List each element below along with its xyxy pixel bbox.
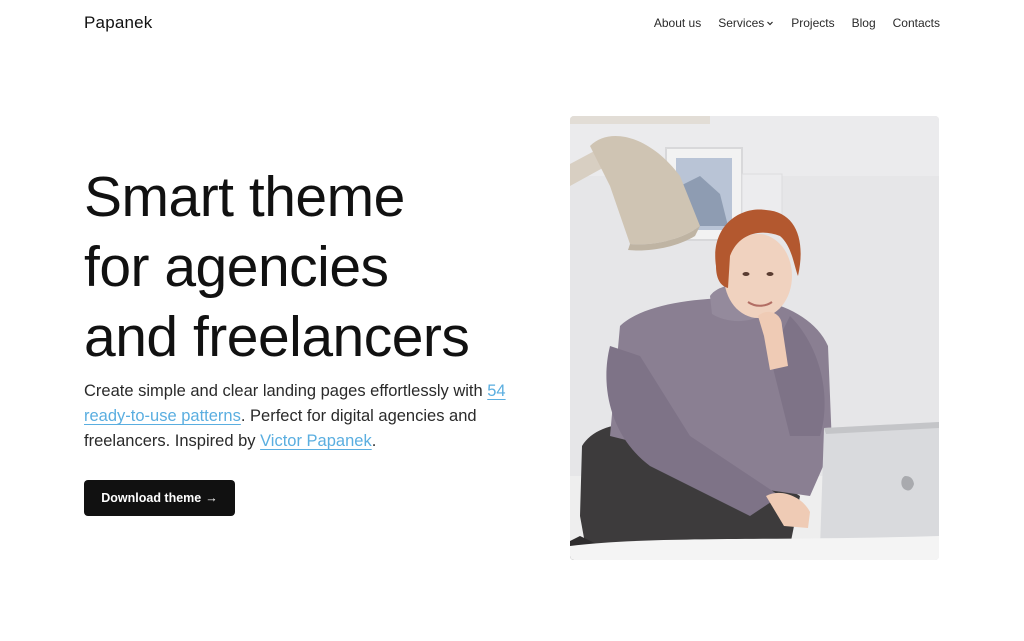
nav-item-label: About us [653, 16, 702, 30]
site-logo[interactable]: Papanek [84, 13, 153, 33]
chevron-down-icon [767, 21, 774, 26]
download-theme-label: Download theme [101, 491, 202, 505]
laptop [820, 422, 939, 548]
nav-item-label: Blog [851, 16, 876, 30]
download-theme-button[interactable]: Download theme → [84, 480, 235, 516]
nav-item-label: Services [718, 16, 765, 30]
nav-item-services[interactable]: Services [718, 16, 774, 30]
victor-papanek-link[interactable]: Victor Papanek [260, 432, 372, 450]
hero-description-text: . [371, 432, 377, 450]
nav-item-label: Contacts [892, 16, 940, 30]
main-nav: About us Services Projects Blog Contacts [654, 16, 940, 30]
site-header: Papanek About us Services Projects Blog … [84, 12, 940, 34]
hero-title-line: and freelancers [84, 305, 470, 369]
nav-item-about-us[interactable]: About us [654, 16, 701, 30]
hero-description: Create simple and clear landing pages ef… [84, 379, 514, 454]
hero-image [570, 116, 939, 560]
hero-title-line: Smart theme [84, 165, 405, 229]
woman-with-laptop-photo [570, 116, 939, 560]
hero-title-line: for agencies [84, 235, 389, 299]
nav-item-label: Projects [791, 16, 835, 30]
nav-item-projects[interactable]: Projects [791, 16, 834, 30]
nav-item-blog[interactable]: Blog [852, 16, 876, 30]
hero-description-text: Create simple and clear landing pages ef… [84, 382, 488, 400]
nav-item-contacts[interactable]: Contacts [893, 16, 940, 30]
arrow-right-icon: → [205, 491, 218, 505]
landing-page: Papanek About us Services Projects Blog … [0, 0, 1024, 641]
hero-title: Smart theme for agencies and freelancers [84, 162, 544, 372]
